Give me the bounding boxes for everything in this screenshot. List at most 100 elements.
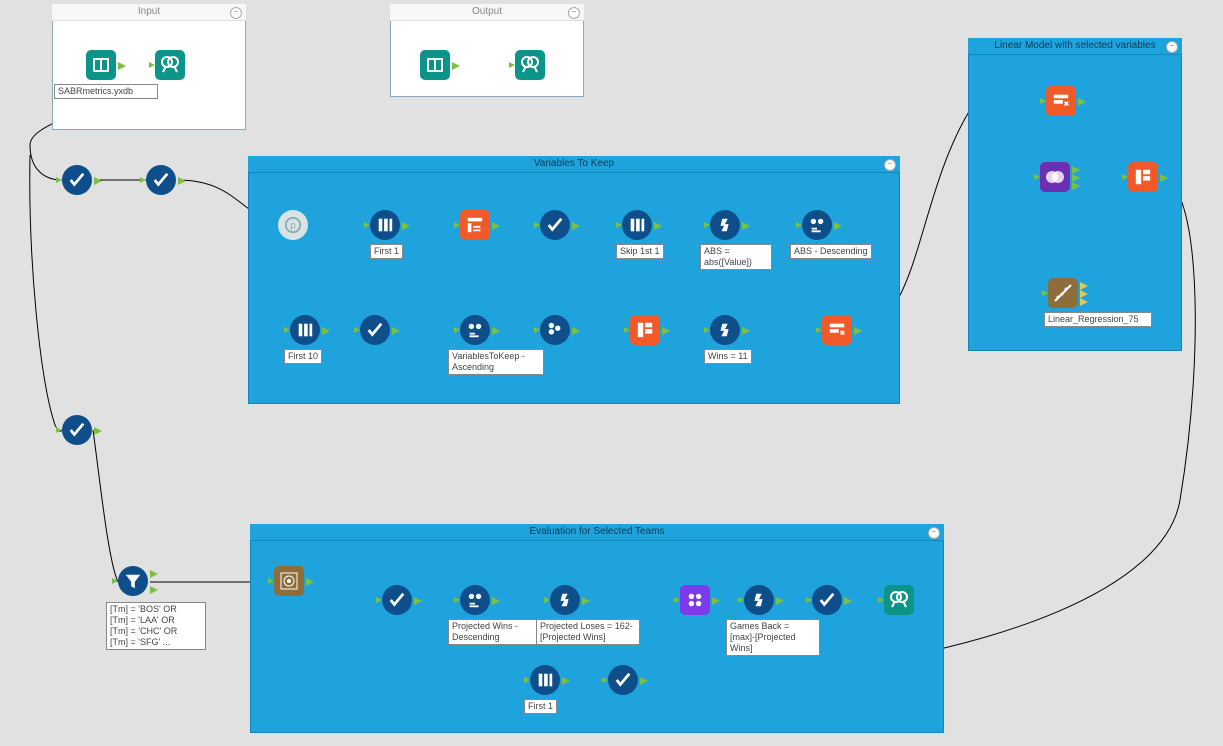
select-tool[interactable]	[62, 415, 92, 445]
anchor-out	[1072, 182, 1078, 188]
container-collapse-icon[interactable]: –	[928, 527, 940, 539]
dynamic-select-tool[interactable]	[822, 315, 852, 345]
formula-label: Games Back = [max]-[Projected Wins]	[726, 619, 820, 656]
container-collapse-icon[interactable]: –	[884, 159, 896, 171]
formula-tool[interactable]	[550, 585, 580, 615]
filter-tool[interactable]	[118, 566, 148, 596]
select-tool[interactable]	[382, 585, 412, 615]
container-collapse-icon[interactable]: –	[230, 7, 242, 19]
formula-tool[interactable]	[710, 315, 740, 345]
select-tool[interactable]	[812, 585, 842, 615]
anchor-out	[414, 597, 420, 603]
anchor-out	[662, 327, 668, 333]
anchor-out	[572, 327, 578, 333]
sample-tool[interactable]	[370, 210, 400, 240]
anchor-out-false	[150, 586, 156, 592]
anchor-in	[376, 597, 382, 603]
anchor-in	[268, 578, 274, 584]
sample-label: Skip 1st 1	[616, 244, 664, 259]
container-variables-to-keep[interactable]: Variables To Keep –	[248, 156, 900, 404]
anchor-out	[118, 62, 124, 68]
formula-tool[interactable]	[710, 210, 740, 240]
transpose-tool[interactable]	[460, 210, 490, 240]
anchor-out	[492, 597, 498, 603]
anchor-out	[742, 327, 748, 333]
anchor-out	[492, 222, 498, 228]
sample-label: First 1	[370, 244, 403, 259]
dynamic-rename-tool[interactable]	[1046, 86, 1076, 116]
browse-tool[interactable]	[884, 585, 914, 615]
crosstab-tool[interactable]	[1128, 162, 1158, 192]
anchor-out	[640, 677, 646, 683]
sample-tool[interactable]	[622, 210, 652, 240]
anchor-in	[56, 427, 62, 433]
formula-tool[interactable]	[744, 585, 774, 615]
container-output[interactable]: Output –	[390, 4, 584, 97]
anchor-out	[1080, 290, 1086, 296]
select-tool[interactable]	[360, 315, 390, 345]
anchor-out	[402, 222, 408, 228]
sort-label: VariablesToKeep - Ascending	[448, 349, 544, 375]
macro-input-tool[interactable]	[86, 50, 116, 80]
formula-label: Projected Loses = 162-[Projected Wins]	[536, 619, 640, 645]
sample-tool[interactable]	[530, 665, 560, 695]
linear-regression-tool[interactable]	[1048, 278, 1078, 308]
container-collapse-icon[interactable]: –	[568, 7, 580, 19]
container-title: Linear Model with selected variables	[968, 38, 1182, 55]
anchor-in	[704, 222, 710, 228]
sample-tool[interactable]	[290, 315, 320, 345]
sample-label: First 1	[524, 699, 557, 714]
anchor-in	[1034, 174, 1040, 180]
sort-tool[interactable]	[460, 315, 490, 345]
browse-tool-input[interactable]	[155, 50, 185, 80]
anchor-out	[306, 578, 312, 584]
sort-label: ABS - Descending	[790, 244, 872, 259]
anchor-out	[562, 677, 568, 683]
anchor-out	[392, 327, 398, 333]
anchor-in	[796, 222, 802, 228]
macro-output-tool[interactable]	[420, 50, 450, 80]
anchor-out	[1080, 298, 1086, 304]
data-search-tool[interactable]: ρ	[278, 210, 308, 240]
anchor-out	[1080, 282, 1086, 288]
select-tool[interactable]	[540, 210, 570, 240]
browse-tool-output[interactable]	[515, 50, 545, 80]
anchor-in	[534, 327, 540, 333]
recordid-tool[interactable]	[540, 315, 570, 345]
summarize-tool[interactable]	[680, 585, 710, 615]
container-collapse-icon[interactable]: –	[1166, 41, 1178, 53]
anchor-in	[524, 677, 530, 683]
anchor-in	[704, 327, 710, 333]
svg-text:ρ: ρ	[290, 221, 296, 232]
select-tool[interactable]	[62, 165, 92, 195]
container-title: Output	[390, 4, 584, 21]
select-tool[interactable]	[608, 665, 638, 695]
anchor-in	[454, 327, 460, 333]
anchor-in	[1042, 290, 1048, 296]
anchor-in	[509, 62, 515, 68]
anchor-in	[149, 62, 155, 68]
sample-label: First 10	[284, 349, 322, 364]
anchor-out	[322, 327, 328, 333]
formula-label: ABS = abs([Value])	[700, 244, 772, 270]
anchor-out	[94, 177, 100, 183]
sort-tool[interactable]	[802, 210, 832, 240]
anchor-in	[454, 222, 460, 228]
sort-tool[interactable]	[460, 585, 490, 615]
anchor-in	[354, 327, 360, 333]
container-title: Variables To Keep	[248, 156, 900, 173]
anchor-out	[844, 597, 850, 603]
formula-label: Wins = 11	[704, 349, 752, 364]
anchor-out	[834, 222, 840, 228]
anchor-out	[1072, 166, 1078, 172]
anchor-in	[364, 222, 370, 228]
select-tool[interactable]	[146, 165, 176, 195]
anchor-out	[1072, 174, 1078, 180]
join-tool[interactable]	[1040, 162, 1070, 192]
score-tool[interactable]	[274, 566, 304, 596]
anchor-out	[492, 327, 498, 333]
anchor-in	[534, 222, 540, 228]
crosstab-tool[interactable]	[630, 315, 660, 345]
anchor-in	[1122, 174, 1128, 180]
anchor-in	[1040, 98, 1046, 104]
